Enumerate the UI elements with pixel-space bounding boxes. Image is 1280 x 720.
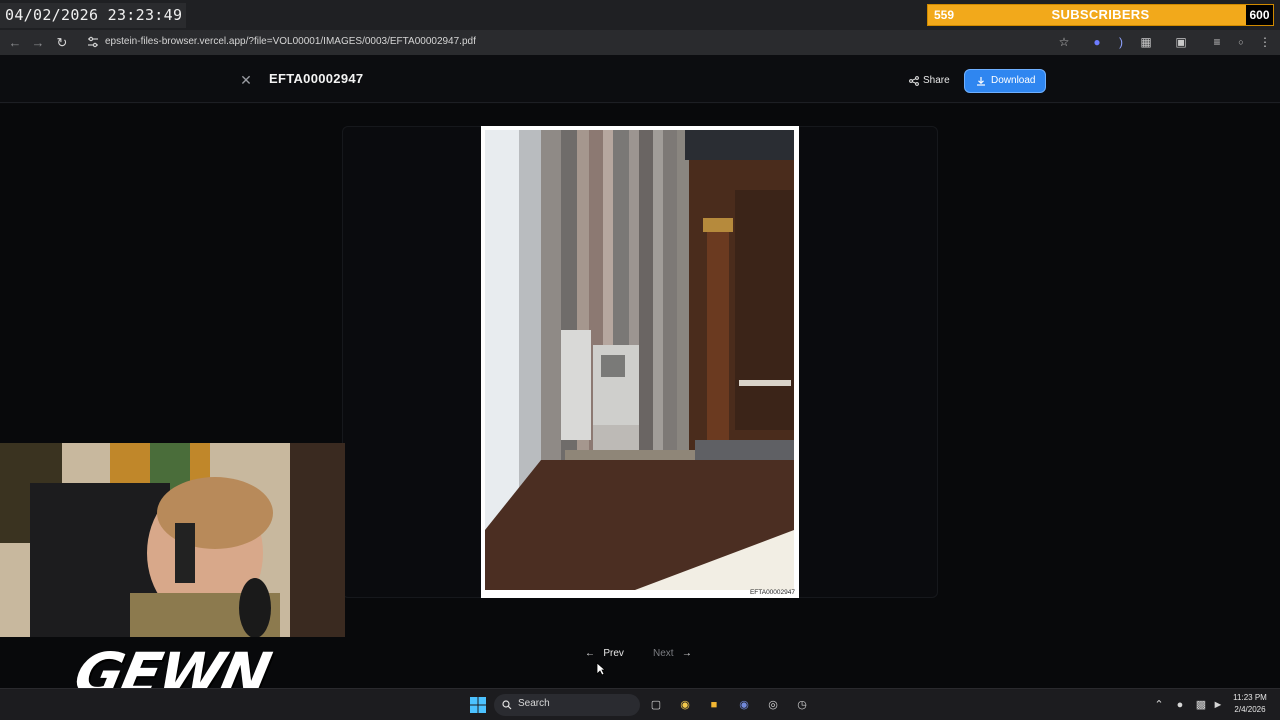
document-title: EFTA00002947 — [269, 71, 364, 86]
extension-avatar-icon[interactable]: ● — [1089, 34, 1105, 50]
forward-icon[interactable]: → — [29, 34, 47, 52]
subscriber-goal-bar: 559 SUBSCRIBERS 600 — [927, 4, 1274, 26]
download-label: Download — [991, 75, 1036, 86]
arrow-left-icon: ← — [585, 648, 595, 659]
arrow-right-icon: → — [681, 648, 692, 659]
subscriber-label: SUBSCRIBERS — [1051, 7, 1150, 22]
microphone-icon[interactable]: ● — [1172, 697, 1188, 713]
chevron-up-icon[interactable]: ⌃ — [1151, 697, 1167, 713]
network-icon[interactable]: ▩ — [1193, 697, 1209, 713]
share-icon — [909, 76, 919, 86]
document-page: EFTA00002947 — [481, 126, 799, 598]
prev-label: Prev — [603, 648, 624, 659]
next-button[interactable]: Next → — [653, 648, 692, 659]
document-photo — [485, 130, 794, 590]
download-icon — [977, 77, 985, 86]
clock-app-icon[interactable]: ◷ — [794, 697, 810, 713]
search-icon — [502, 700, 512, 710]
page-navigation: ← Prev Next → — [573, 643, 710, 667]
star-icon[interactable]: ☆ — [1056, 34, 1072, 50]
extensions-icon[interactable]: ▦ — [1138, 34, 1154, 50]
close-icon[interactable]: ✕ — [236, 70, 256, 90]
system-clock[interactable]: 11:23 PM 2/4/2026 — [1230, 692, 1270, 716]
profile-icon[interactable]: ○ — [1233, 34, 1249, 50]
system-date: 2/4/2026 — [1234, 705, 1266, 714]
bates-number: EFTA00002947 — [749, 589, 795, 596]
file-explorer-icon[interactable]: ■ — [706, 697, 722, 713]
windows-start-icon[interactable] — [470, 697, 486, 713]
volume-icon[interactable]: ► — [1210, 697, 1226, 713]
share-button[interactable]: Share — [899, 69, 959, 93]
tab-search-icon[interactable]: ▣ — [1173, 34, 1189, 50]
taskbar-search[interactable]: Search — [494, 694, 640, 716]
steam-icon[interactable]: ◎ — [765, 697, 781, 713]
viewer-header: ✕ EFTA00002947 Share Download — [0, 55, 1280, 103]
webcam-overlay — [0, 443, 345, 637]
address-bar[interactable]: epstein-files-browser.vercel.app/?file=V… — [105, 35, 476, 49]
next-label: Next — [653, 648, 674, 659]
system-time: 11:23 PM — [1233, 693, 1267, 702]
discord-icon[interactable]: ◉ — [736, 697, 752, 713]
download-button[interactable]: Download — [964, 69, 1046, 93]
chrome-icon[interactable]: ◉ — [677, 697, 693, 713]
mouse-cursor-icon — [596, 662, 606, 676]
audio-icon[interactable]: ) — [1113, 34, 1129, 50]
stream-clock: 04/02/2026 23:23:49 — [0, 3, 186, 28]
share-label: Share — [923, 75, 950, 86]
site-info-icon[interactable] — [87, 36, 99, 48]
search-label: Search — [518, 698, 550, 709]
reload-icon[interactable]: ↻ — [53, 34, 71, 52]
prev-button[interactable]: ← Prev — [585, 648, 624, 659]
task-view-icon[interactable]: ▢ — [648, 697, 664, 713]
back-icon[interactable]: ← — [6, 34, 24, 52]
reading-list-icon[interactable]: ≡ — [1209, 34, 1225, 50]
menu-icon[interactable]: ⋮ — [1257, 34, 1273, 50]
browser-toolbar: ← → ↻ epstein-files-browser.vercel.app/?… — [0, 30, 1280, 55]
os-taskbar: Search ▢ ◉ ■ ◉ ◎ ◷ ⌃ ● ▩ ► 11:23 PM 2/4/… — [0, 688, 1280, 720]
subscriber-goal: 600 — [1246, 5, 1273, 25]
